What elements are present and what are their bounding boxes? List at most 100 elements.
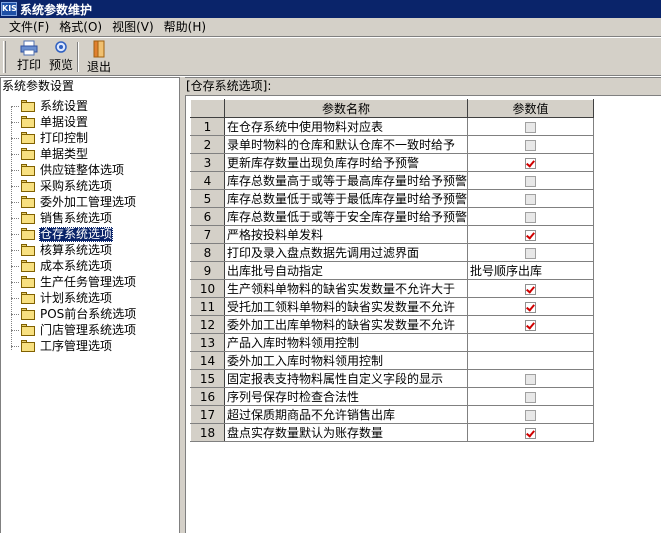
unchecked-checkbox[interactable] <box>525 373 537 385</box>
table-row[interactable]: 7 严格按投料单发料 <box>190 225 595 244</box>
table-row[interactable]: 18 盘点实存数量默认为账存数量 <box>190 423 595 442</box>
tree-item[interactable]: 生产任务管理选项 <box>11 274 137 290</box>
menu-file[interactable]: 文件(F) <box>4 18 54 36</box>
table-row[interactable]: 12 委外加工出库单物料的缺省实发数量不允许 <box>190 315 595 334</box>
param-value-cell[interactable] <box>467 189 595 208</box>
param-value-cell[interactable] <box>467 315 595 334</box>
unchecked-checkbox[interactable] <box>525 121 537 133</box>
param-value-cell[interactable] <box>467 135 595 154</box>
row-number[interactable]: 15 <box>190 369 225 388</box>
unchecked-checkbox[interactable] <box>525 193 537 205</box>
tree-item[interactable]: 销售系统选项 <box>11 210 113 226</box>
checked-checkbox[interactable] <box>525 157 537 169</box>
row-number[interactable]: 5 <box>190 189 225 208</box>
checked-checkbox[interactable] <box>525 283 537 295</box>
unchecked-checkbox[interactable] <box>525 139 537 151</box>
tree-item[interactable]: 采购系统选项 <box>11 178 113 194</box>
param-name: 库存总数量低于或等于安全库存量时给予预警 <box>223 207 469 226</box>
row-number[interactable]: 2 <box>190 135 225 154</box>
toolbar-grip[interactable] <box>3 41 6 73</box>
tree-item[interactable]: 打印控制 <box>11 130 89 146</box>
checked-checkbox[interactable] <box>525 319 537 331</box>
print-button[interactable]: 打印 <box>14 40 44 74</box>
table-row[interactable]: 17 超过保质期商品不允许销售出库 <box>190 405 595 424</box>
tree-branch-line <box>11 233 19 235</box>
row-number[interactable]: 10 <box>190 279 225 298</box>
param-value-cell[interactable] <box>467 387 595 406</box>
table-row[interactable]: 2 录单时物料的仓库和默认仓库不一致时给予 <box>190 135 595 154</box>
unchecked-checkbox[interactable] <box>525 175 537 187</box>
param-value-text[interactable] <box>467 333 595 352</box>
row-number[interactable]: 13 <box>190 333 225 352</box>
table-row[interactable]: 4 库存总数量高于或等于最高库存量时给予预警 <box>190 171 595 190</box>
table-row[interactable]: 8 打印及录入盘点数据先调用过滤界面 <box>190 243 595 262</box>
column-header-value[interactable]: 参数值 <box>467 99 595 118</box>
param-value-cell[interactable] <box>467 171 595 190</box>
tree-item[interactable]: 仓存系统选项 <box>11 226 114 242</box>
param-value-cell[interactable] <box>467 279 595 298</box>
tree-item[interactable]: 供应链整体选项 <box>11 162 125 178</box>
corner-cell <box>190 99 225 118</box>
checked-checkbox[interactable] <box>525 229 537 241</box>
param-value-cell[interactable] <box>467 153 595 172</box>
unchecked-checkbox[interactable] <box>525 409 537 421</box>
param-value-text[interactable]: 批号顺序出库 <box>467 261 595 280</box>
table-row[interactable]: 16 序列号保存时检查合法性 <box>190 387 595 406</box>
unchecked-checkbox[interactable] <box>525 391 537 403</box>
param-value-cell[interactable] <box>467 225 595 244</box>
row-number[interactable]: 7 <box>190 225 225 244</box>
tree-item[interactable]: 核算系统选项 <box>11 242 113 258</box>
param-value-cell[interactable] <box>467 207 595 226</box>
row-number[interactable]: 3 <box>190 153 225 172</box>
row-number[interactable]: 12 <box>190 315 225 334</box>
table-row[interactable]: 10 生产领料单物料的缺省实发数量不允许大于 <box>190 279 595 298</box>
table-row[interactable]: 6 库存总数量低于或等于安全库存量时给予预警 <box>190 207 595 226</box>
tree-item[interactable]: 门店管理系统选项 <box>11 322 137 338</box>
param-name: 超过保质期商品不允许销售出库 <box>223 405 469 424</box>
tree-item[interactable]: 单据类型 <box>11 146 89 162</box>
table-row[interactable]: 5 库存总数量低于或等于最低库存量时给予预警 <box>190 189 595 208</box>
table-row[interactable]: 3 更新库存数量出现负库存时给予预警 <box>190 153 595 172</box>
row-number[interactable]: 8 <box>190 243 225 262</box>
tree-item[interactable]: 委外加工管理选项 <box>11 194 137 210</box>
tree-item[interactable]: 计划系统选项 <box>11 290 113 306</box>
table-row[interactable]: 13 产品入库时物料领用控制 <box>190 333 595 352</box>
param-value-cell[interactable] <box>467 369 595 388</box>
param-value-cell[interactable] <box>467 405 595 424</box>
checked-checkbox[interactable] <box>525 301 537 313</box>
table-row[interactable]: 9 出库批号自动指定 批号顺序出库 <box>190 261 595 280</box>
tree-item[interactable]: 成本系统选项 <box>11 258 113 274</box>
unchecked-checkbox[interactable] <box>525 247 537 259</box>
tree-item[interactable]: POS前台系统选项 <box>11 306 137 322</box>
exit-button[interactable]: 退出 <box>84 40 114 74</box>
row-number[interactable]: 18 <box>190 423 225 442</box>
row-number[interactable]: 6 <box>190 207 225 226</box>
folder-icon <box>20 308 36 320</box>
param-value-cell[interactable] <box>467 423 595 442</box>
table-row[interactable]: 1 在仓存系统中使用物料对应表 <box>190 117 595 136</box>
tree-item[interactable]: 单据设置 <box>11 114 89 130</box>
menu-help[interactable]: 帮助(H) <box>159 18 211 36</box>
menu-format[interactable]: 格式(O) <box>54 18 107 36</box>
param-value-cell[interactable] <box>467 243 595 262</box>
tree-item[interactable]: 系统设置 <box>11 98 89 114</box>
row-number[interactable]: 9 <box>190 261 225 280</box>
row-number[interactable]: 17 <box>190 405 225 424</box>
checked-checkbox[interactable] <box>525 427 537 439</box>
table-row[interactable]: 15 固定报表支持物料属性自定义字段的显示 <box>190 369 595 388</box>
param-value-text[interactable] <box>467 351 595 370</box>
column-header-name[interactable]: 参数名称 <box>223 99 469 118</box>
table-row[interactable]: 11 受托加工领料单物料的缺省实发数量不允许 <box>190 297 595 316</box>
param-value-cell[interactable] <box>467 117 595 136</box>
row-number[interactable]: 4 <box>190 171 225 190</box>
row-number[interactable]: 11 <box>190 297 225 316</box>
tree-item[interactable]: 工序管理选项 <box>11 338 113 354</box>
row-number[interactable]: 1 <box>190 117 225 136</box>
row-number[interactable]: 16 <box>190 387 225 406</box>
table-row[interactable]: 14 委外加工入库时物料领用控制 <box>190 351 595 370</box>
unchecked-checkbox[interactable] <box>525 211 537 223</box>
param-value-cell[interactable] <box>467 297 595 316</box>
preview-button[interactable]: 预览 <box>46 40 76 74</box>
menu-view[interactable]: 视图(V) <box>107 18 159 36</box>
row-number[interactable]: 14 <box>190 351 225 370</box>
